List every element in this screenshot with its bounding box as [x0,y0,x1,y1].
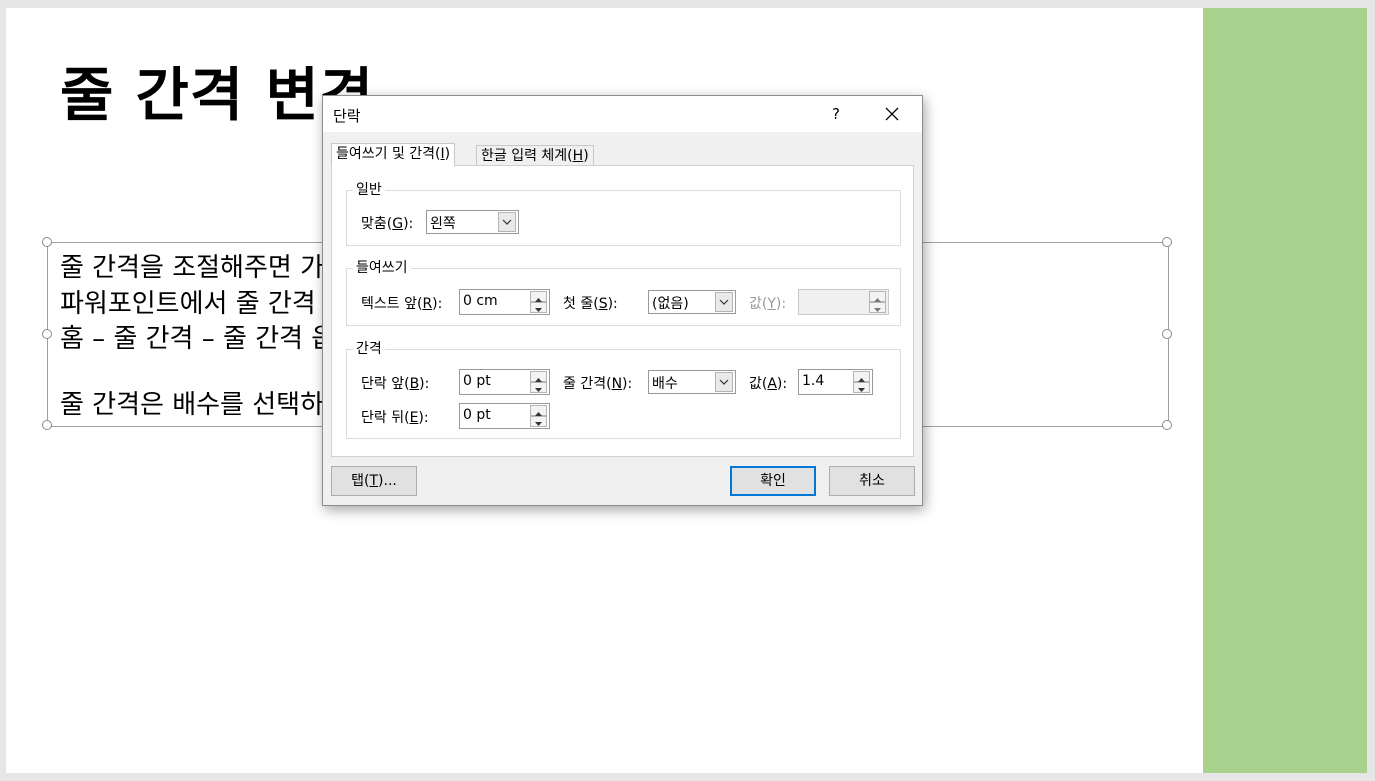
line-spacing-value-spinner[interactable]: 1.4 [798,369,873,395]
spacing-after-label: 단락 뒤(E): [361,410,429,426]
spin-down-icon[interactable] [530,416,547,427]
line-spacing-label: 줄 간격(N): [563,376,633,392]
chevron-down-icon [715,372,733,392]
at-label: 값(A): [749,376,788,392]
close-icon [885,107,899,121]
general-legend: 일반 [353,179,385,199]
text-line: 줄 간격을 조절해주면 가 [60,253,324,283]
close-button[interactable] [877,99,907,129]
first-line-select[interactable]: (없음) [648,290,736,314]
spin-down-icon[interactable] [853,382,870,393]
spacing-group: 간격 단락 앞(B): 0 pt 줄 간격(N): 배수 값(A): 1.4 단… [346,338,901,439]
general-group: 일반 맞춤(G): 왼쪽 [346,179,901,246]
chevron-down-icon [715,292,733,312]
ok-button[interactable]: 확인 [730,466,816,496]
alignment-label: 맞춤(G): [361,216,414,232]
spacing-legend: 간격 [353,338,385,358]
tabs-button[interactable]: 탭(T)... [331,466,417,496]
tab-panel: 일반 맞춤(G): 왼쪽 들여쓰기 텍스트 앞(R): 0 cm 첫 줄(S): [331,165,914,457]
by-label: 값(Y): [749,296,787,312]
line-spacing-select[interactable]: 배수 [648,370,736,394]
before-text-label: 텍스트 앞(R): [361,296,443,312]
resize-handle-bottom-right[interactable] [1162,420,1172,430]
tab-asian-typography[interactable]: 한글 입력 체계(H) [476,145,594,167]
slide-green-accent-bar [1203,8,1367,773]
alignment-select[interactable]: 왼쪽 [426,210,519,234]
spin-up-icon[interactable] [530,291,547,302]
resize-handle-middle-left[interactable] [42,329,52,339]
resize-handle-bottom-left[interactable] [42,420,52,430]
spacing-after-spinner[interactable]: 0 pt [459,403,550,429]
spacing-before-label: 단락 앞(B): [361,376,430,392]
indentation-group: 들여쓰기 텍스트 앞(R): 0 cm 첫 줄(S): (없음) 값(Y): [346,257,901,326]
text-line: 파워포인트에서 줄 간격 [60,289,316,319]
by-spinner[interactable] [798,289,889,315]
spin-down-icon[interactable] [530,382,547,393]
spacing-before-spinner[interactable]: 0 pt [459,369,550,395]
dialog-title: 단락 [333,107,361,125]
spin-up-icon[interactable] [869,291,886,302]
dialog-titlebar[interactable]: 단락 ? [323,96,922,132]
resize-handle-top-right[interactable] [1162,237,1172,247]
paragraph-dialog: 단락 ? 들여쓰기 및 간격(I) 한글 입력 체계(H) 일반 맞춤(G): … [322,95,923,506]
cancel-button[interactable]: 취소 [829,466,915,496]
resize-handle-top-left[interactable] [42,237,52,247]
chevron-down-icon [498,212,516,232]
spin-up-icon[interactable] [853,371,870,382]
first-line-label: 첫 줄(S): [563,296,618,312]
resize-handle-middle-right[interactable] [1162,329,1172,339]
indentation-legend: 들여쓰기 [353,257,411,277]
spin-up-icon[interactable] [530,405,547,416]
spin-up-icon[interactable] [530,371,547,382]
help-button[interactable]: ? [821,99,851,129]
spin-down-icon[interactable] [530,302,547,313]
text-line: 홈 – 줄 간격 – 줄 간격 옵 [60,324,336,354]
spin-down-icon[interactable] [869,302,886,313]
tab-indents-and-spacing[interactable]: 들여쓰기 및 간격(I) [331,143,456,167]
before-text-spinner[interactable]: 0 cm [459,289,550,315]
text-line: 줄 간격은 배수를 선택하 [60,390,324,420]
